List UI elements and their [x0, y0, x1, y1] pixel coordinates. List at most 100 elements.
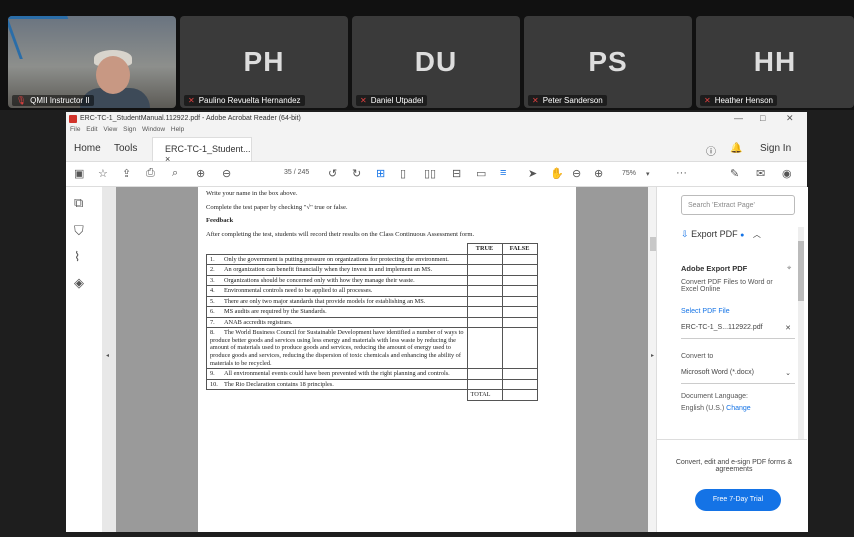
maximize-button[interactable]: □ — [760, 113, 765, 123]
mail-icon[interactable]: ✉ — [756, 167, 765, 180]
collapse-right-panel-icon[interactable]: ▸ — [651, 352, 654, 359]
zoom-dropdown-icon[interactable]: ▾ — [646, 170, 650, 178]
question-text: The World Business Council for Sustainab… — [210, 329, 464, 367]
change-language-link[interactable]: Change — [726, 405, 751, 412]
hand-tool-icon[interactable]: ✋ — [550, 167, 564, 180]
document-viewport[interactable]: ◂ Write your name in the box above. Comp… — [102, 187, 656, 532]
menu-help[interactable]: Help — [171, 126, 184, 133]
true-cell[interactable] — [466, 378, 503, 391]
export-pdf-tool[interactable]: ⇩ Export PDF ● ︿ — [681, 229, 761, 240]
false-cell[interactable] — [501, 316, 538, 329]
tab-home[interactable]: Home — [74, 143, 101, 154]
instruction-line: Write your name in the box above. — [206, 190, 298, 197]
close-window-button[interactable]: ✕ — [786, 113, 794, 124]
participant-tile[interactable]: PH ✕ Paulino Revuelta Hernandez — [180, 16, 348, 108]
layers-icon[interactable]: ◈ — [74, 275, 84, 291]
document-scrollbar[interactable] — [648, 187, 656, 532]
pages-icon[interactable]: ⧉ — [74, 195, 83, 211]
menu-view[interactable]: View — [103, 126, 117, 133]
false-cell[interactable] — [501, 264, 538, 276]
info-dot-icon: ● — [740, 232, 745, 239]
mic-muted-icon: ✕ — [360, 96, 367, 105]
false-cell[interactable] — [501, 274, 538, 287]
true-cell[interactable] — [466, 264, 503, 276]
menu-file[interactable]: File — [70, 126, 80, 133]
sign-in-link[interactable]: Sign In — [760, 143, 791, 154]
zoom-in-icon[interactable]: ⊕ — [594, 167, 603, 180]
true-cell[interactable] — [466, 327, 503, 370]
scroll-mode-icon[interactable]: ⊟ — [452, 167, 461, 180]
question-cell: 9. All environmental events could have be… — [206, 368, 468, 380]
print-icon[interactable]: ⎙ — [146, 167, 155, 180]
true-cell[interactable] — [466, 368, 503, 380]
pin-icon[interactable]: ⌖ — [787, 263, 791, 273]
true-cell[interactable] — [466, 253, 503, 266]
upload-icon[interactable]: ⇪ — [122, 167, 131, 180]
person-head — [96, 56, 130, 94]
search-icon[interactable]: ⌕ — [172, 167, 178, 180]
fit-page-icon[interactable]: ⊞ — [376, 167, 385, 180]
false-cell[interactable] — [501, 327, 538, 370]
free-trial-button[interactable]: Free 7-Day Trial — [695, 489, 781, 511]
zoom-out-icon[interactable]: ⊖ — [572, 167, 581, 180]
comment-icon[interactable]: ▭ — [476, 167, 486, 180]
participant-tile-video[interactable]: 🎙 QMII Instructor II — [8, 16, 176, 108]
false-cell[interactable] — [501, 285, 538, 297]
true-cell[interactable] — [466, 285, 503, 297]
participant-tile[interactable]: PS ✕ Peter Sanderson — [524, 16, 692, 108]
menu-window[interactable]: Window — [142, 126, 165, 133]
select-pdf-link[interactable]: Select PDF File — [681, 308, 730, 315]
true-cell[interactable] — [466, 274, 503, 287]
false-cell[interactable] — [501, 295, 538, 308]
sign-pen-icon[interactable]: ✎ — [730, 167, 739, 180]
next-page-icon[interactable]: ⊖ — [222, 167, 231, 180]
false-cell[interactable] — [501, 378, 538, 391]
false-cell[interactable] — [501, 368, 538, 380]
save-icon[interactable]: ▣ — [74, 167, 84, 180]
true-cell[interactable] — [466, 316, 503, 329]
bookmark-icon[interactable]: ⛉ — [74, 223, 84, 239]
highlight-icon[interactable]: ≡ — [500, 167, 506, 179]
col-true-header: TRUE — [466, 243, 503, 255]
minimize-button[interactable]: — — [734, 113, 743, 123]
tab-document[interactable]: ERC-TC-1_Student... × — [152, 137, 252, 164]
left-panel-toggle[interactable]: ◂ — [102, 187, 116, 532]
select-cursor-icon[interactable]: ➤ — [528, 167, 537, 180]
menu-edit[interactable]: Edit — [86, 126, 97, 133]
participant-tile[interactable]: DU ✕ Daniel Utpadel — [352, 16, 520, 108]
tools-search-input[interactable]: Search 'Extract Page' — [681, 195, 795, 215]
total-cell[interactable] — [501, 389, 538, 401]
rotate-left-icon[interactable]: ↺ — [328, 167, 337, 180]
notification-bell-icon[interactable]: 🔔 — [730, 143, 742, 154]
format-select[interactable]: Microsoft Word (*.docx) ⌄ — [681, 369, 795, 384]
remove-file-icon[interactable]: ✕ — [785, 324, 791, 332]
expand-left-icon[interactable]: ◂ — [106, 352, 109, 359]
pdf-page: Write your name in the box above. Comple… — [198, 187, 576, 532]
panel-scroll-thumb[interactable] — [798, 241, 804, 301]
table-total-row: TOTAL — [207, 389, 538, 401]
attachment-icon[interactable]: ⌇ — [74, 249, 80, 265]
rotate-right-icon[interactable]: ↻ — [352, 167, 361, 180]
two-page-icon[interactable]: ▯▯ — [424, 167, 436, 180]
participant-tile[interactable]: HH ✕ Heather Henson — [696, 16, 854, 108]
more-tools-icon[interactable]: ··· — [676, 167, 687, 179]
true-cell[interactable] — [466, 295, 503, 308]
help-icon[interactable]: ⓘ — [706, 143, 716, 158]
panel-scrollbar[interactable] — [798, 227, 804, 439]
account-icon[interactable]: ◉ — [782, 167, 792, 180]
bookmark-star-icon[interactable]: ☆ — [98, 167, 108, 180]
table-row: 9. All environmental events could have be… — [206, 368, 538, 380]
question-text: An organization can benefit financially … — [224, 266, 433, 274]
collapse-chevron-icon[interactable]: ︿ — [753, 230, 761, 239]
false-cell[interactable] — [501, 253, 538, 266]
prev-page-icon[interactable]: ⊕ — [196, 167, 205, 180]
page-indicator[interactable]: 35 / 245 — [284, 169, 309, 176]
true-cell[interactable] — [466, 306, 503, 318]
table-row: 2. An organization can benefit financiall… — [206, 264, 538, 276]
menu-sign[interactable]: Sign — [123, 126, 136, 133]
question-cell: 7. ANAB accredits registrars. — [206, 316, 468, 329]
false-cell[interactable] — [501, 306, 538, 318]
tab-tools[interactable]: Tools — [114, 143, 137, 154]
zoom-level[interactable]: 75% — [622, 170, 636, 177]
single-page-icon[interactable]: ▯ — [400, 167, 406, 180]
